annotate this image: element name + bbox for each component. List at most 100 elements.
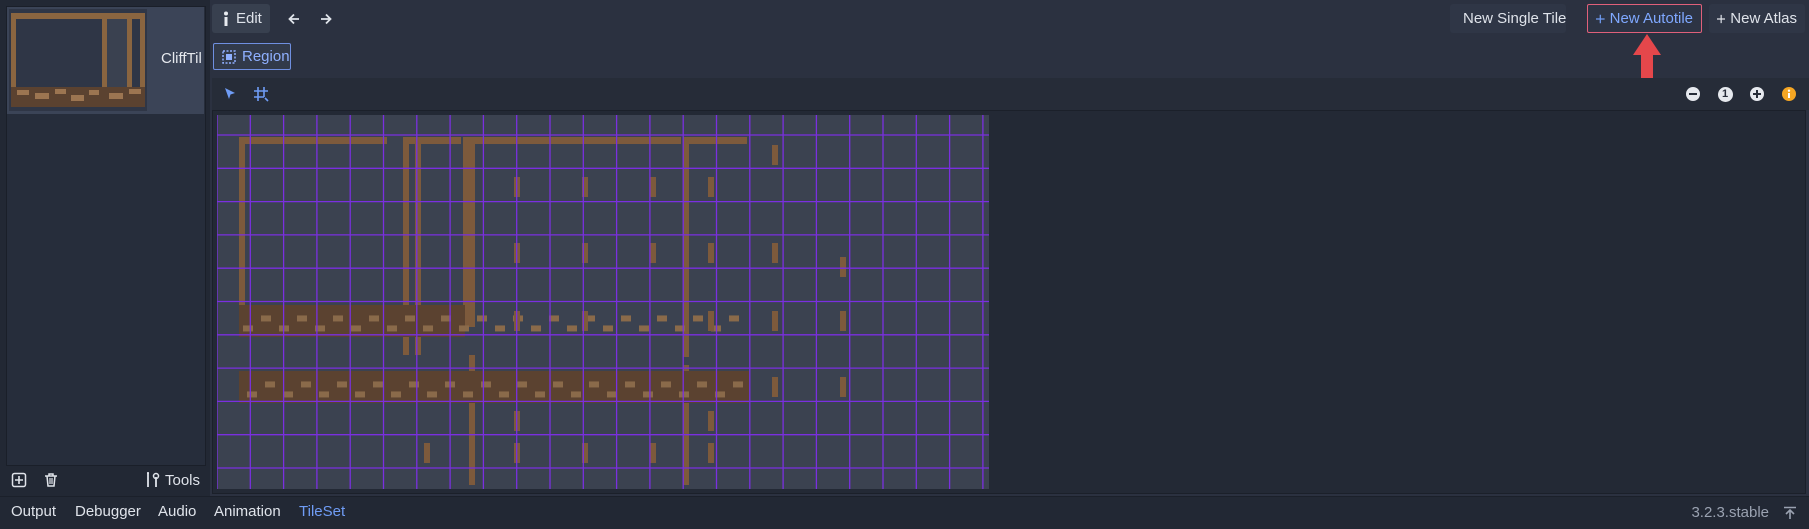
tile-piece: [708, 443, 714, 463]
rock-pebble: [517, 381, 527, 388]
tile-piece: [650, 243, 656, 263]
tileset-canvas[interactable]: [212, 110, 1806, 502]
tile-piece: [708, 243, 714, 263]
cliff-edge: [403, 137, 409, 317]
rock-pebble: [553, 381, 563, 388]
tileset-texture: [216, 115, 989, 502]
tile-piece: [772, 311, 778, 331]
tile-piece: [840, 377, 846, 397]
tile-piece: [772, 145, 778, 165]
rock-pebble: [625, 381, 635, 388]
tools-icon: [147, 472, 160, 487]
rock-strip: [239, 305, 465, 337]
rock-pebble: [373, 381, 383, 388]
snap-grid-button[interactable]: [246, 79, 276, 109]
rock-pebble: [463, 391, 473, 398]
rock-pebble: [495, 325, 505, 332]
tile-piece: [650, 443, 656, 463]
tile-piece: [650, 177, 656, 197]
delete-texture-button[interactable]: [36, 465, 66, 495]
texture-grid-view: [216, 115, 989, 502]
rock-pebble: [679, 391, 689, 398]
grid-snap-icon: [254, 87, 269, 102]
rock-pebble: [603, 325, 613, 332]
edit-button[interactable]: Edit: [212, 4, 270, 33]
rock-pebble: [261, 315, 271, 322]
plus-icon: [1596, 14, 1605, 23]
new-single-tile-button[interactable]: New Single Tile: [1450, 4, 1566, 33]
tile-piece: [424, 443, 430, 463]
region-tools-bar: 1: [212, 78, 1809, 110]
cliff-edge: [469, 137, 475, 327]
tile-piece: [840, 311, 846, 331]
tab-animation[interactable]: Animation: [214, 503, 281, 520]
rock-pebble: [409, 381, 419, 388]
tile-piece: [708, 177, 714, 197]
texture-panel: CliffTil Tools: [0, 0, 210, 496]
tile-piece: [708, 411, 714, 431]
texture-thumbnail: [9, 9, 147, 111]
tab-output[interactable]: Output: [11, 503, 56, 520]
next-tile-button[interactable]: [311, 4, 341, 34]
rock-pebble: [405, 315, 415, 322]
tab-debugger[interactable]: Debugger: [75, 503, 141, 520]
rock-pebble: [387, 325, 397, 332]
new-single-tile-label: New Single Tile: [1463, 10, 1567, 27]
rock-pebble: [657, 315, 667, 322]
rock-pebble: [337, 381, 347, 388]
zoom-reset-label: 1: [1717, 86, 1733, 102]
new-autotile-label: New Autotile: [1609, 10, 1693, 27]
rock-pebble: [427, 391, 437, 398]
rock-pebble: [391, 391, 401, 398]
zoom-out-icon: [1686, 87, 1700, 101]
zoom-reset-button[interactable]: 1: [1710, 79, 1740, 109]
arrow-right-icon: [321, 13, 332, 25]
region-label: Region: [242, 48, 290, 65]
info-icon: [1782, 87, 1796, 101]
rock-pebble: [535, 391, 545, 398]
plus-icon: [1717, 14, 1726, 23]
rock-pebble: [477, 315, 487, 322]
add-texture-button[interactable]: [4, 465, 34, 495]
cliff-edge: [415, 137, 421, 317]
region-button[interactable]: Region: [213, 43, 291, 70]
rock-pebble: [423, 325, 433, 332]
select-tool-button[interactable]: [215, 79, 245, 109]
version-label: 3.2.3.stable: [1691, 504, 1769, 521]
tile-piece: [840, 257, 846, 277]
previous-tile-button[interactable]: [279, 4, 309, 34]
rock-pebble: [621, 315, 631, 322]
zoom-in-button[interactable]: [1742, 79, 1772, 109]
tool-mode-bar: Region: [212, 40, 812, 70]
zoom-out-button[interactable]: [1678, 79, 1708, 109]
rock-pebble: [355, 391, 365, 398]
tools-label: Tools: [165, 471, 201, 489]
rock-pebble: [265, 381, 275, 388]
tile-piece: [708, 311, 714, 331]
tile-piece: [772, 243, 778, 263]
rock-pebble: [693, 315, 703, 322]
tileset-toolbar: Edit New Single Tile New Autotile New At…: [212, 4, 1809, 34]
info-button[interactable]: [1774, 79, 1804, 109]
rock-pebble: [571, 391, 581, 398]
rock-pebble: [247, 391, 257, 398]
rock-pebble: [459, 325, 469, 332]
rock-pebble: [567, 325, 577, 332]
expand-panel-button[interactable]: [1775, 498, 1805, 528]
zoom-in-icon: [1750, 87, 1764, 101]
new-autotile-button[interactable]: New Autotile: [1587, 4, 1702, 33]
rock-pebble: [333, 315, 343, 322]
tab-tileset[interactable]: TileSet: [299, 503, 345, 520]
rock-pebble: [243, 325, 253, 332]
rock-pebble: [531, 325, 541, 332]
tools-menu-button[interactable]: Tools: [144, 465, 200, 495]
rock-pebble: [297, 315, 307, 322]
rock-pebble: [697, 381, 707, 388]
texture-list-item[interactable]: CliffTil: [7, 7, 204, 114]
rock-pebble: [481, 381, 491, 388]
tab-audio[interactable]: Audio: [158, 503, 196, 520]
texture-name: CliffTil: [161, 50, 202, 67]
rock-pebble: [499, 391, 509, 398]
new-atlas-button[interactable]: New Atlas: [1709, 4, 1805, 33]
new-atlas-label: New Atlas: [1730, 10, 1797, 27]
